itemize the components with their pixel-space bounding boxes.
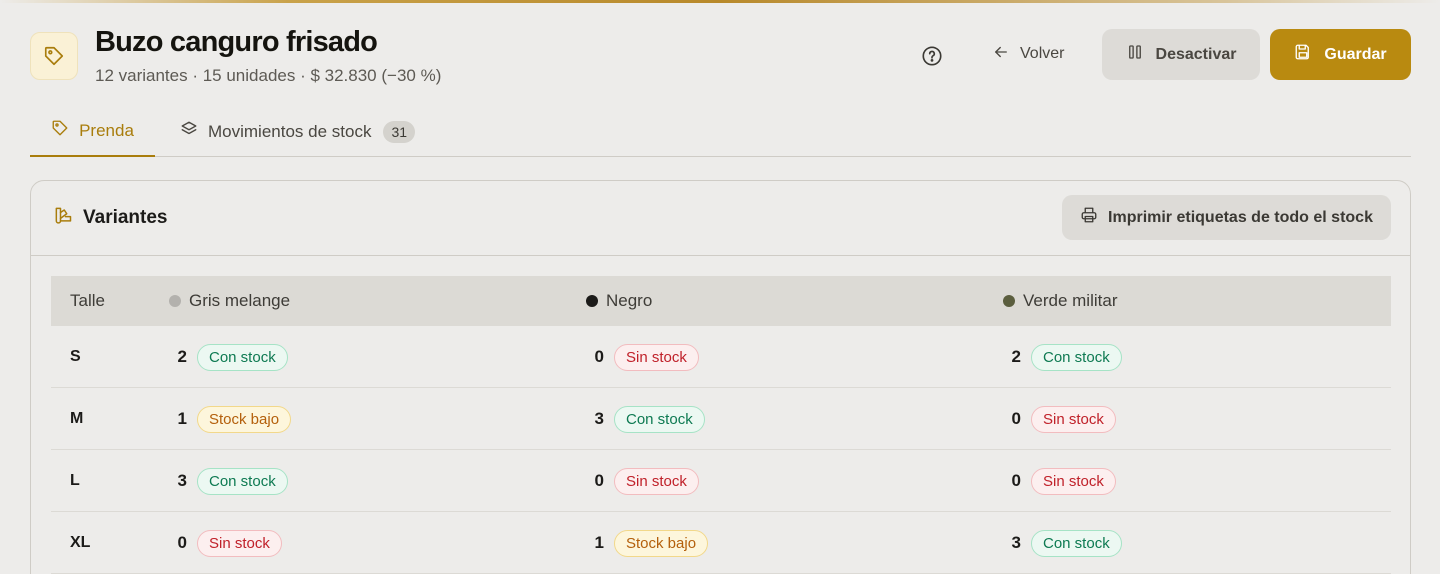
status-badge: Stock bajo: [614, 529, 709, 557]
swatch-icon: [53, 205, 73, 231]
table-row: M 1 Stock bajo 3 Con stock 0 Sin stock: [51, 388, 1391, 450]
stock-cell[interactable]: 0 Sin stock: [1007, 388, 1116, 450]
stock-cell[interactable]: 0 Sin stock: [173, 512, 282, 574]
stock-quantity: 3: [594, 409, 604, 428]
save-button[interactable]: Guardar: [1270, 29, 1411, 80]
status-badge: Con stock: [614, 405, 705, 433]
count-badge: 31: [383, 120, 416, 143]
stock-cell[interactable]: 3 Con stock: [1007, 512, 1122, 574]
deactivate-button-label: Desactivar: [1155, 45, 1237, 63]
column-header-talle: Talle: [70, 276, 105, 326]
page-subtitle: 12 variantes · 15 unidades · $ 32.830 (−…: [95, 66, 442, 85]
arrow-left-icon: [992, 43, 1010, 66]
stock-cell[interactable]: 0 Sin stock: [590, 450, 699, 512]
tag-icon: [51, 119, 69, 142]
column-header-gris-melange: Gris melange: [169, 276, 290, 326]
column-header-negro: Negro: [586, 276, 652, 326]
stock-cell[interactable]: 1 Stock bajo: [590, 512, 709, 574]
stock-quantity: 3: [177, 471, 187, 490]
status-badge: Sin stock: [614, 343, 699, 371]
save-button-label: Guardar: [1324, 45, 1387, 63]
variants-card-header: Variantes Imprimir etiquetas de todo el …: [31, 181, 1410, 256]
pause-icon: [1126, 43, 1144, 66]
back-button-label: Volver: [1020, 45, 1065, 62]
printer-icon: [1080, 206, 1098, 229]
status-badge: Con stock: [1031, 529, 1122, 557]
color-dot: [169, 295, 181, 307]
stock-quantity: 1: [177, 409, 187, 428]
stock-cell[interactable]: 0 Sin stock: [1007, 450, 1116, 512]
save-icon: [1294, 43, 1312, 66]
tab-movimientos-de-stock[interactable]: Movimientos de stock 31: [180, 106, 416, 157]
column-label: Gris melange: [189, 291, 291, 310]
tab-label: Prenda: [79, 120, 134, 140]
variants-card: Variantes Imprimir etiquetas de todo el …: [30, 180, 1411, 574]
size-label: S: [70, 348, 81, 365]
status-badge: Sin stock: [1031, 467, 1116, 495]
top-accent-line: [0, 0, 1440, 3]
status-badge: Con stock: [197, 467, 288, 495]
tab-label: Movimientos de stock: [208, 121, 372, 141]
column-header-verde-militar: Verde militar: [1003, 276, 1117, 326]
status-badge: Con stock: [197, 343, 288, 371]
stock-quantity: 2: [177, 347, 187, 366]
stock-quantity: 0: [1011, 471, 1021, 490]
stock-cell[interactable]: 0 Sin stock: [590, 326, 699, 388]
stock-quantity: 2: [1011, 347, 1021, 366]
stock-quantity: 0: [1011, 409, 1021, 428]
color-dot: [586, 295, 598, 307]
status-badge: Sin stock: [1031, 405, 1116, 433]
stock-cell[interactable]: 2 Con stock: [173, 326, 288, 388]
tab-bar: Prenda Movimientos de stock 31: [30, 106, 1411, 157]
variants-table: Talle Gris melange Negro Verde militar S…: [51, 276, 1391, 574]
layers-icon: [180, 120, 198, 143]
column-label: Negro: [606, 291, 653, 310]
help-circle-icon[interactable]: [920, 44, 944, 68]
deactivate-button[interactable]: Desactivar: [1102, 29, 1260, 80]
status-badge: Con stock: [1031, 343, 1122, 371]
variants-title-label: Variantes: [83, 207, 168, 228]
table-row: S 2 Con stock 0 Sin stock 2 Con stock: [51, 326, 1391, 388]
stock-cell[interactable]: 1 Stock bajo: [173, 388, 292, 450]
column-label: Verde militar: [1023, 291, 1118, 310]
stock-quantity: 0: [594, 471, 604, 490]
tag-icon: [30, 32, 78, 80]
table-header: Talle Gris melange Negro Verde militar: [51, 276, 1391, 326]
tab-prenda[interactable]: Prenda: [30, 106, 155, 157]
print-labels-button[interactable]: Imprimir etiquetas de todo el stock: [1062, 195, 1391, 240]
column-label: Talle: [70, 291, 105, 310]
status-badge: Sin stock: [614, 467, 699, 495]
stock-quantity: 0: [177, 533, 187, 552]
variants-title: Variantes: [53, 205, 168, 231]
stock-cell[interactable]: 3 Con stock: [173, 450, 288, 512]
back-button[interactable]: Volver: [988, 34, 1068, 74]
page-header: Buzo canguro frisado 12 variantes · 15 u…: [30, 22, 1412, 92]
status-badge: Sin stock: [197, 529, 282, 557]
table-row: L 3 Con stock 0 Sin stock 0 Sin stock: [51, 450, 1391, 512]
table-row: XL 0 Sin stock 1 Stock bajo 3 Con stock: [51, 512, 1391, 574]
status-badge: Stock bajo: [197, 405, 292, 433]
size-label: L: [70, 472, 80, 489]
print-labels-label: Imprimir etiquetas de todo el stock: [1108, 208, 1373, 226]
stock-quantity: 1: [594, 533, 604, 552]
stock-quantity: 3: [1011, 533, 1021, 552]
size-label: XL: [70, 534, 91, 551]
color-dot: [1003, 295, 1015, 307]
size-label: M: [70, 410, 84, 427]
stock-quantity: 0: [594, 347, 604, 366]
stock-cell[interactable]: 3 Con stock: [590, 388, 705, 450]
stock-cell[interactable]: 2 Con stock: [1007, 326, 1122, 388]
page-title: Buzo canguro frisado: [95, 26, 378, 58]
